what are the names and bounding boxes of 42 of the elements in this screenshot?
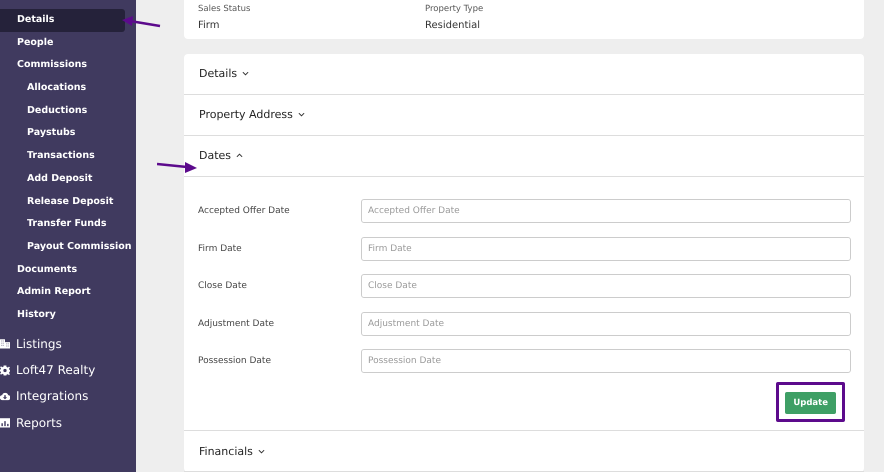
annotation-arrow <box>157 162 197 174</box>
chevron-down-icon[interactable] <box>258 448 265 454</box>
date-input[interactable]: Close Date <box>361 274 851 298</box>
nav-item[interactable]: Paystubs <box>0 122 135 146</box>
field-label: Sales Status <box>198 4 252 14</box>
date-input[interactable]: Accepted Offer Date <box>361 199 851 224</box>
date-input[interactable]: Firm Date <box>361 236 851 261</box>
date-input[interactable]: Adjustment Date <box>361 312 851 336</box>
nav-item[interactable]: Details <box>0 9 125 32</box>
nav-item[interactable]: Transactions <box>0 145 135 168</box>
chevron-down-icon[interactable] <box>242 71 250 76</box>
nav-item[interactable]: Transfer Funds <box>0 213 135 236</box>
panel-title[interactable]: Financials <box>199 444 253 458</box>
nav-item[interactable]: Admin Report <box>0 281 125 304</box>
nav-item[interactable]: History <box>0 304 125 327</box>
field-label: Accepted Offer Date <box>198 206 291 216</box>
nav-item[interactable]: Deductions <box>0 100 135 122</box>
panel-title[interactable]: Property Address <box>199 108 293 121</box>
nav-item[interactable]: Allocations <box>0 77 135 100</box>
nav-item[interactable]: Add Deposit <box>0 168 135 190</box>
nav-section[interactable]: Listings <box>16 336 62 351</box>
nav-item[interactable]: Payout Commission <box>0 236 135 259</box>
chevron-down-icon[interactable] <box>298 112 305 117</box>
nav-item[interactable]: Release Deposit <box>0 190 135 214</box>
field-label: Firm Date <box>198 244 243 254</box>
nav-section[interactable]: Integrations <box>16 389 88 404</box>
field-value: Residential <box>425 20 482 31</box>
nav-section[interactable]: Reports <box>16 416 62 430</box>
field-label: Possession Date <box>198 356 272 366</box>
field-label: Adjustment Date <box>198 318 276 329</box>
field-label: Close Date <box>198 281 248 292</box>
annotation-arrow <box>122 16 162 30</box>
nav-item[interactable]: Documents <box>0 258 125 282</box>
field-value: Firm <box>198 20 220 31</box>
panel-title[interactable]: Dates <box>199 149 232 162</box>
chevron-up-icon[interactable] <box>236 153 244 158</box>
nav-section[interactable]: Loft47 Realty <box>16 363 96 378</box>
date-input[interactable]: Possession Date <box>361 349 851 374</box>
panel-title[interactable]: Details <box>199 67 238 80</box>
field-label: Property Type <box>425 4 484 14</box>
nav-item[interactable]: People <box>0 32 125 54</box>
nav-item[interactable]: Commissions <box>0 54 125 78</box>
